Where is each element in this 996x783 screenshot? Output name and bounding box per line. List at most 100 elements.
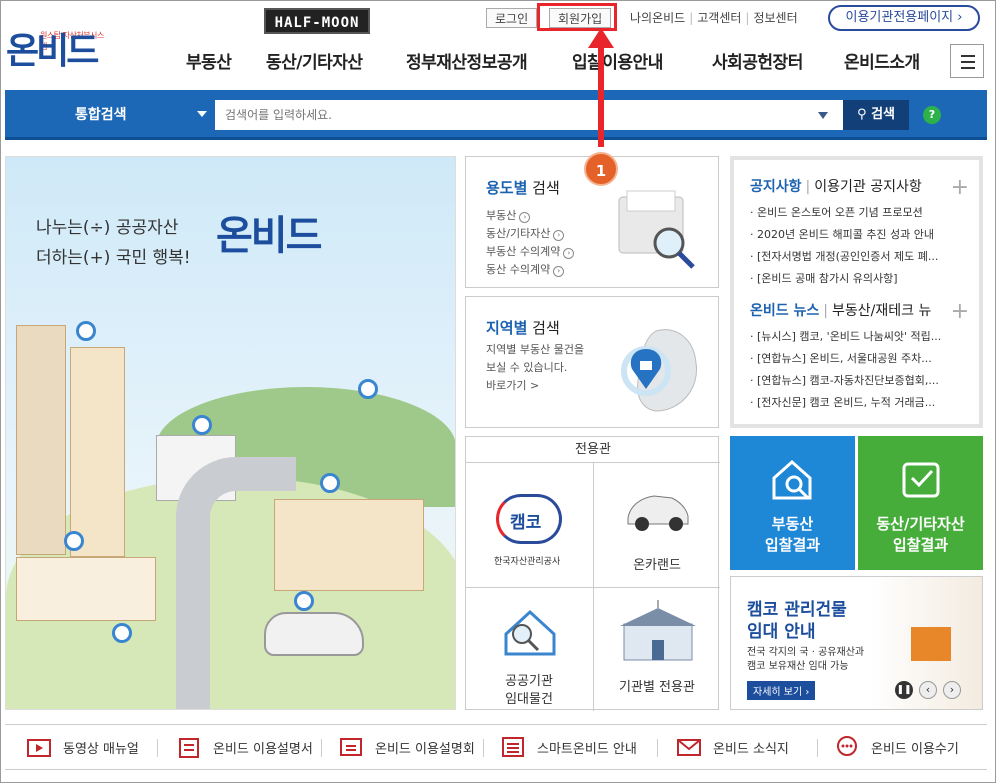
- public-rent-link[interactable]: 공공기관 임대물건: [466, 588, 593, 711]
- movable-bid-result-tile[interactable]: 동산/기타자산 입찰결과: [858, 436, 983, 570]
- list-icon: [502, 737, 524, 757]
- notice-item[interactable]: · [온비드 공매 참가시 유의사항]: [750, 270, 975, 286]
- hero-line1: 나누는(÷) 공공자산: [36, 218, 179, 238]
- usage-link-movable-contract[interactable]: 동산 수의계약 ›: [486, 261, 565, 277]
- notice-tabs: 공지사항 | 이용기관 공지사항: [750, 179, 922, 195]
- region-desc-1: 지역별 부동산 물건을: [486, 343, 585, 356]
- shop-building-illustration: [274, 499, 424, 591]
- footer-newsletter[interactable]: 온비드 소식지: [713, 738, 789, 757]
- car-icon: [627, 495, 689, 531]
- gnb-bid-guide[interactable]: 입찰이용안내: [572, 48, 663, 73]
- search-button[interactable]: ⚲ 검색: [843, 100, 909, 130]
- chevron-right-icon: ›: [553, 230, 565, 241]
- news-item[interactable]: · [연합뉴스] 캠코-자동차진단보증협회,...: [750, 372, 975, 388]
- footer-smart-onbid[interactable]: 스마트온비드 안내: [537, 738, 637, 757]
- search-bar: 통합검색 ⚲ 검색 ?: [5, 90, 987, 140]
- next-icon[interactable]: ›: [943, 681, 961, 699]
- usage-link-realestate[interactable]: 부동산 ›: [486, 207, 531, 223]
- gnb-social[interactable]: 사회공헌장터: [712, 48, 803, 73]
- annotation-step-badge: 1: [584, 152, 618, 186]
- movable-bid-result-label: 동산/기타자산 입찰결과: [876, 515, 965, 554]
- dedicated-title: 전용관: [466, 437, 720, 463]
- korea-map-pin-icon: [621, 329, 697, 412]
- tab-agency-notice[interactable]: 이용기관 공지사항: [814, 179, 922, 195]
- banner-more-button[interactable]: 자세히 보기 ›: [747, 681, 816, 700]
- realestate-bid-result-tile[interactable]: 부동산 입찰결과: [730, 436, 855, 570]
- tab-notice[interactable]: 공지사항: [750, 179, 802, 195]
- search-icon: ⚲: [857, 107, 867, 122]
- kamco-hall-link[interactable]: 캠코 한국자산관리공사: [466, 464, 593, 587]
- menu-icon: [961, 55, 975, 57]
- house-model-illustration: [911, 627, 951, 661]
- tab-onbid-news[interactable]: 온비드 뉴스: [750, 303, 819, 319]
- footer-briefing[interactable]: 온비드 이용설명회: [375, 738, 475, 757]
- apartment-illustration-2: [70, 347, 125, 557]
- map-pin-icon: [76, 321, 96, 341]
- gnb-gov-property[interactable]: 정부재산정보공개: [406, 48, 528, 73]
- help-icon[interactable]: ?: [923, 106, 941, 124]
- public-rent-label-2: 임대물건: [505, 692, 553, 707]
- hero-logo: 온비드: [216, 213, 322, 259]
- agency-hall-link[interactable]: 기관별 전용관: [594, 588, 720, 711]
- region-search-box[interactable]: 지역별 검색 지역별 부동산 물건을 보실 수 있습니다. 바로가기 >: [465, 296, 719, 428]
- kamco-rental-banner[interactable]: 캠코 관리건물 임대 안내 전국 각지의 국 · 공유재산과 캠코 보유재산 임…: [730, 576, 983, 710]
- map-pin-icon: [358, 379, 378, 399]
- agency-dedicated-page-button[interactable]: 이용기관전용페이지 ›: [828, 5, 980, 31]
- house-illustration: [16, 557, 156, 621]
- gnb-movable[interactable]: 동산/기타자산: [266, 48, 363, 73]
- map-pin-icon: [112, 623, 132, 643]
- public-rent-label-1: 공공기관: [505, 674, 553, 689]
- hamburger-menu-button[interactable]: [950, 44, 984, 78]
- news-item[interactable]: · [전자신문] 캠코 온비드, 누적 거래금...: [750, 394, 975, 410]
- halfmoon-badge: HALF-MOON: [264, 8, 370, 34]
- footer-quicklinks: 동영상 매뉴얼 온비드 이용설명서 온비드 이용설명회 스마트온비드 안내 온비…: [5, 724, 987, 770]
- video-icon: [27, 739, 51, 757]
- tab-realestate-news[interactable]: 부동산/재테크 뉴: [832, 303, 931, 319]
- annotation-arrow-line: [598, 42, 604, 147]
- gnb-realestate[interactable]: 부동산: [186, 48, 232, 73]
- car-illustration: [264, 612, 364, 656]
- map-pin-icon: [192, 415, 212, 435]
- pause-icon[interactable]: ❚❚: [895, 681, 913, 699]
- search-category-select[interactable]: 통합검색: [75, 104, 127, 124]
- gnb-about[interactable]: 온비드소개: [844, 48, 920, 73]
- chevron-down-icon[interactable]: [197, 111, 207, 117]
- banner-title-2: 임대 안내: [747, 622, 816, 642]
- agency-hall-label: 기관별 전용관: [619, 680, 695, 695]
- region-desc-2: 보실 수 있습니다.: [486, 361, 568, 374]
- region-search-title: 지역별 검색: [486, 319, 560, 337]
- notice-panel: 공지사항 | 이용기관 공지사항 + · 온비드 온스토어 오픈 기념 프로모션 ·…: [730, 156, 983, 428]
- hero-banner[interactable]: 나누는(÷) 공공자산 더하는(+) 국민 행복! 온비드: [5, 156, 456, 710]
- notice-item[interactable]: · 온비드 온스토어 오픈 기념 프로모션: [750, 204, 975, 220]
- news-item[interactable]: · [연합뉴스] 온비드, 서울대공원 주차...: [750, 350, 975, 366]
- usage-link-movable[interactable]: 동산/기타자산 ›: [486, 225, 565, 241]
- news-tabs: 온비드 뉴스 | 부동산/재테크 뉴: [750, 303, 932, 319]
- notice-item[interactable]: · 2020년 온비드 해피콜 추진 성과 안내: [750, 226, 975, 242]
- search-dropdown-icon[interactable]: [818, 112, 828, 119]
- login-link[interactable]: 로그인: [486, 8, 538, 28]
- hero-line2: 더하는(+) 국민 행복!: [36, 248, 191, 268]
- news-item[interactable]: · [뉴시스] 캠코, '온비드 나눔씨앗' 적립...: [750, 328, 975, 344]
- oncarland-link[interactable]: 온카랜드: [594, 464, 720, 587]
- map-pin-icon: [294, 591, 314, 611]
- news-more-icon[interactable]: +: [951, 301, 969, 323]
- region-shortcut-link[interactable]: 바로가기 >: [486, 377, 539, 393]
- prev-icon[interactable]: ‹: [919, 681, 937, 699]
- info-center-link[interactable]: 정보센터: [753, 11, 797, 25]
- road-illustration: [176, 457, 296, 709]
- chat-icon: [837, 736, 857, 756]
- usage-link-realestate-contract[interactable]: 부동산 수의계약 ›: [486, 243, 575, 259]
- footer-video-manual[interactable]: 동영상 매뉴얼: [63, 738, 139, 757]
- onbid-logo[interactable]: 원스탑 자산처분시스템 온비드: [6, 24, 106, 72]
- dedicated-halls-box: 전용관 캠코 한국자산관리공사 온카랜드 공공기관 임대물건 기관별 전용관: [465, 436, 720, 711]
- footer-guide[interactable]: 온비드 이용설명서: [213, 738, 313, 757]
- chevron-right-icon: ›: [553, 266, 565, 277]
- search-input[interactable]: [215, 100, 843, 130]
- notice-item[interactable]: · [전자서명법 개정(공인인증서 제도 폐...: [750, 248, 975, 264]
- chevron-right-icon: ›: [519, 212, 531, 223]
- customer-center-link[interactable]: 고객센터: [697, 11, 741, 25]
- map-pin-icon: [64, 531, 84, 551]
- notice-more-icon[interactable]: +: [951, 177, 969, 199]
- footer-reviews[interactable]: 온비드 이용수기: [871, 738, 959, 757]
- my-onbid-link[interactable]: 나의온비드: [630, 11, 685, 25]
